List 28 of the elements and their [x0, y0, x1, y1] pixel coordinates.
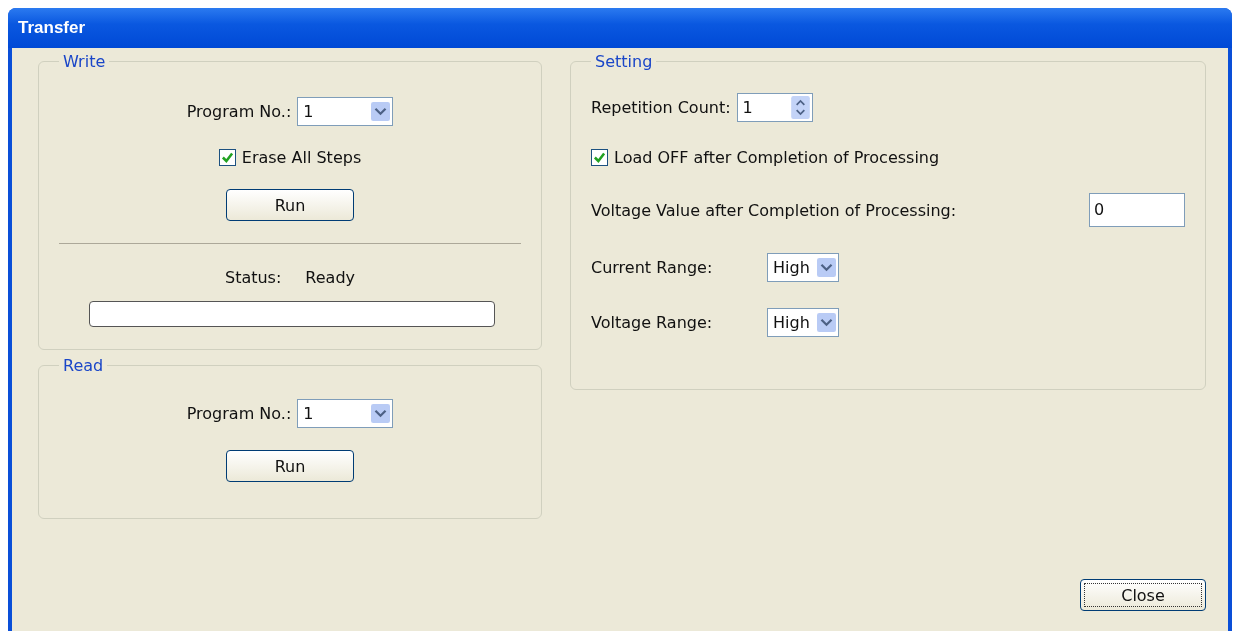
- field-label: Repetition Count:: [591, 98, 731, 117]
- checkbox-label: Erase All Steps: [241, 148, 362, 167]
- status-label: Status:: [224, 268, 282, 287]
- program-dropdown[interactable]: 1: [297, 399, 394, 428]
- field-label: Program No.:: [186, 404, 292, 423]
- run-button[interactable]: Run: [226, 450, 354, 482]
- close-button[interactable]: Close: [1080, 579, 1206, 611]
- erase-checkbox[interactable]: [218, 149, 236, 166]
- group-title: Write: [62, 52, 107, 71]
- spinner-arrows-icon: [790, 96, 810, 119]
- checkmark-icon: [592, 150, 607, 165]
- field-label: Voltage Value after Completion of Processing:: [591, 200, 957, 220]
- group-title: Read: [62, 356, 105, 375]
- program-dropdown[interactable]: 1: [297, 97, 394, 126]
- window-title: Transfer: [18, 18, 86, 38]
- field-label: Program No.:: [186, 102, 292, 121]
- load-off-checkbox[interactable]: [591, 149, 608, 166]
- checkmark-icon: [219, 150, 235, 165]
- current-range-dropdown[interactable]: High: [767, 253, 839, 282]
- run-button[interactable]: Run: [226, 189, 354, 221]
- field-label: Voltage Range:: [591, 313, 714, 332]
- voltage-value-field[interactable]: 0: [1089, 193, 1185, 227]
- repetition-spinner[interactable]: 1: [736, 93, 813, 122]
- group-title: Setting: [594, 52, 654, 71]
- voltage-range-dropdown[interactable]: High: [767, 308, 839, 337]
- status-value: Ready: [305, 268, 355, 287]
- checkbox-label: Load OFF after Completion of Processing: [614, 148, 940, 167]
- field-label: Current Range:: [591, 258, 714, 277]
